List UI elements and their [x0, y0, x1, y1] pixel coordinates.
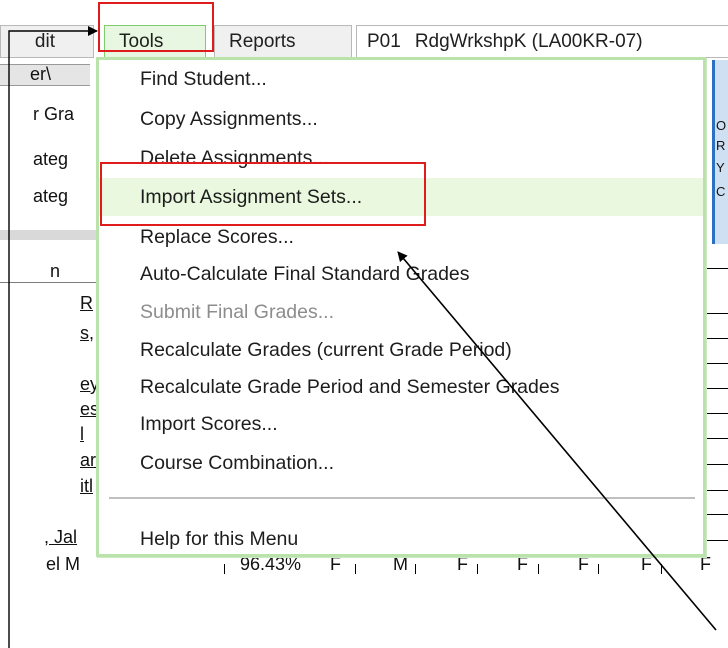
- annotation-arrow-import: [397, 251, 717, 631]
- annotation-arrows: [8, 26, 717, 648]
- annotation-arrow-tools: [8, 26, 98, 648]
